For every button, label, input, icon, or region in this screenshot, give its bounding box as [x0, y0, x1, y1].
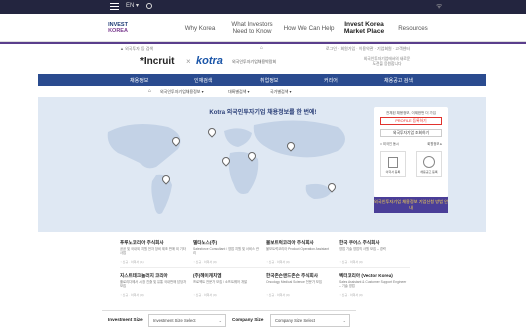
company-meta: ◔ 신규 · 이력서 (0): [339, 260, 363, 264]
company-application-guide-button[interactable]: 외국인투자기업 채용정보 기업신청 방법 안내: [374, 197, 448, 213]
map-pin-south-america[interactable]: [162, 175, 168, 182]
company-desc: 프로젝트 전문가 모집 / 소프트웨어 개발: [193, 280, 248, 284]
menu-job-post-search[interactable]: 채용공고 검색: [384, 77, 413, 84]
company-card[interactable]: 푸루노코리아 주식회사 공공 및 국내외 지원 전자 장비 제조 판매 외 기타…: [120, 239, 192, 268]
company-card[interactable]: 델타노스(주) Salesforce Consultant / 영업 지원 및 …: [193, 239, 265, 268]
utility-links: ▲ 외국투자 등 검색 ⌂ 로그인 · 회원가입 · 이용약관 · 기업회원 ·…: [120, 44, 410, 52]
company-card[interactable]: 볼보트럭코리아 주식회사 볼보트럭코리아 Product Operation A…: [266, 239, 338, 268]
menu-job-info[interactable]: 채용정보: [130, 77, 148, 84]
chevron-down-icon: ⌄: [218, 318, 222, 323]
company-meta: ◔ 신규 · 이력서 (0): [193, 260, 217, 264]
nav-invest-korea-market-place[interactable]: Invest Korea Market Place: [340, 14, 388, 42]
company-desc: 영업 기술 영업직 사원 모집 – 경력: [339, 247, 386, 251]
company-card[interactable]: (주)헤이캐치엠 프로젝트 전문가 모집 / 소프트웨어 개발 ◔ 신규 · 이…: [193, 272, 265, 301]
header-slogan: 외국인투자기업에서의 새로운 도전을 응원합니다: [363, 57, 411, 66]
company-name: 푸루노코리아 주식회사: [120, 240, 164, 245]
member-info-link[interactable]: 회원정보 ▸: [427, 141, 442, 146]
map-pin-asia[interactable]: [287, 142, 293, 149]
company-name: 한국 쿠어스 주식회사: [339, 240, 380, 245]
investment-size-label: Investment Size: [108, 317, 143, 322]
main-navigation: INVEST KOREA Why Korea What Investors Ne…: [0, 14, 526, 42]
company-name: (주)헤이캐치엠: [193, 273, 222, 278]
company-card[interactable]: 한국존슨앤드존슨 주식회사 Oncology Medical Science 전…: [266, 272, 338, 301]
simultaneous-checkbox[interactable]: □ 외국인 동시: [380, 141, 399, 146]
invest-korea-logo[interactable]: INVEST KOREA: [105, 22, 131, 34]
continent-dots: [107, 120, 345, 214]
company-name: 볼보트럭코리아 주식회사: [266, 240, 314, 245]
logo-text-line2: KOREA: [108, 28, 128, 34]
member-side-panel: 전체된 채용정보, 이제한번 더 가입 PROFILE 등록하기 외국투자기업 …: [374, 107, 448, 197]
search-icon[interactable]: [146, 3, 152, 9]
investment-size-select[interactable]: Investment Size Select ⌄: [148, 314, 226, 327]
brand-separator: ×: [186, 57, 191, 66]
investment-filter-bar: Investment Size Investment Size Select ⌄…: [102, 310, 356, 329]
map-pin-oceania[interactable]: [328, 183, 334, 190]
company-meta: ◔ 신규 · 이력서 (1): [120, 260, 144, 264]
nav-how-we-can-help[interactable]: How We Can Help: [280, 14, 338, 42]
top-utility-bar: EN ▾ ᯤ: [0, 0, 526, 14]
menu-career[interactable]: 커리어: [324, 77, 338, 84]
incruit-logo[interactable]: *Incruit: [140, 56, 174, 67]
company-card[interactable]: 지스트테크놀러지 코리아 플로리다에서 시장 진출 및 유통 국내판매 담당자 …: [120, 272, 192, 301]
document-icon: [388, 157, 398, 168]
company-name: 벡터코리아 (Vector Korea): [339, 273, 393, 278]
nav-what-investors-need-to-know[interactable]: What Investors Need to Know: [228, 14, 276, 42]
company-meta: ◔ 신규 · 이력서 (0): [266, 260, 290, 264]
home-icon[interactable]: ⌂: [260, 45, 263, 51]
panel-info-text: 전체된 채용정보, 이제한번 더 가입: [386, 111, 436, 115]
home-icon[interactable]: ⌂: [148, 88, 151, 94]
language-selector[interactable]: EN ▾: [126, 2, 139, 9]
crumb-left[interactable]: ▲ 외국투자 등 검색: [120, 46, 153, 52]
company-name: 지스트테크놀러지 코리아: [120, 273, 168, 278]
company-desc: 공공 및 국내외 지원 전자 장비 제조 판매 외 기타 사업: [120, 247, 186, 255]
chevron-down-icon: ⌄: [342, 318, 346, 323]
company-meta: ◔ 신규 · 이력서 (0): [339, 293, 363, 297]
company-name: 델타노스(주): [193, 240, 218, 245]
menu-employment-info[interactable]: 취업정보: [260, 77, 278, 84]
nav-resources[interactable]: Resources: [392, 14, 434, 42]
company-size-select[interactable]: Company Size Select ⌄: [270, 314, 350, 327]
resume-register-tile[interactable]: 이력서 등록: [380, 151, 406, 177]
fair-subtitle: 외국인투자기업채용박람회: [232, 59, 277, 64]
menu-talent-search[interactable]: 인재검색: [194, 77, 212, 84]
hamburger-menu-icon[interactable]: [110, 3, 119, 10]
company-meta: ◔ 신규 · 이력서 (0): [193, 293, 217, 297]
rss-icon[interactable]: ᯤ: [436, 2, 442, 11]
kotra-logo[interactable]: kotra: [196, 55, 223, 67]
filter-foreign-company[interactable]: 외국인투자기업채용정보 ▾: [160, 89, 204, 95]
resume-register-label: 이력서 등록: [385, 170, 401, 174]
company-meta: ◔ 신규 · 이력서 (0): [120, 293, 144, 297]
card-row-divider: [120, 267, 410, 268]
company-size-value: Company Size Select: [275, 318, 316, 323]
map-headline: Kotra 외국인투자기업 채용정보를 한 번에!: [209, 110, 317, 116]
crumb-right-links[interactable]: 로그인 · 회원가입 · 이용약관 · 기업회원 · 고객센터: [326, 46, 410, 52]
company-desc: 볼보트럭코리아 Product Operation Assistant: [266, 247, 330, 251]
job-post-register-label: 채용공고 등록: [420, 170, 438, 174]
map-pin-europe[interactable]: [208, 128, 214, 135]
profile-register-button[interactable]: PROFILE 등록하기: [380, 117, 442, 125]
map-pin-africa[interactable]: [222, 157, 228, 164]
map-pin-middle-east[interactable]: [248, 152, 254, 159]
company-size-label: Company Size: [232, 317, 264, 322]
company-card[interactable]: 한국 쿠어스 주식회사 영업 기술 영업직 사원 모집 – 경력 ◔ 신규 · …: [339, 239, 411, 268]
company-name: 한국존슨앤드존슨 주식회사: [266, 273, 318, 278]
section-menu-bar: 채용정보 인재검색 취업정보 커리어 채용공고 검색: [38, 74, 486, 86]
filter-continent[interactable]: 대륙별검색 ▾: [228, 89, 250, 95]
company-desc: 플로리다에서 시장 진출 및 유통 국내판매 담당자 모집: [120, 280, 187, 288]
company-card[interactable]: 벡터코리아 (Vector Korea) Sales Assistant & C…: [339, 272, 411, 301]
filter-country[interactable]: 국가별검색 ▾: [270, 89, 292, 95]
map-pin-north-america[interactable]: [172, 137, 178, 144]
investment-size-value: Investment Size Select: [153, 318, 196, 323]
company-desc: Oncology Medical Science 전문가 모집: [266, 280, 322, 284]
category-filter-row: ⌂ 외국인투자기업채용정보 ▾ 대륙별검색 ▾ 국가별검색 ▾: [120, 88, 410, 96]
company-desc: Salesforce Consultant / 영업 지원 및 서비스 관리: [193, 247, 259, 255]
incruit-kotra-banner: *Incruit × kotra 외국인투자기업채용박람회 외국인투자기업에서의…: [140, 54, 410, 72]
company-desc: Sales Assistant & Customer Support Engin…: [339, 280, 407, 288]
clipboard-icon: [423, 156, 435, 168]
nav-why-korea[interactable]: Why Korea: [172, 14, 228, 42]
company-meta: ◔ 신규 · 이력서 (0): [266, 293, 290, 297]
job-post-register-tile[interactable]: 채용공고 등록: [416, 151, 442, 177]
company-lookup-button[interactable]: 외국투자기업 조회하기: [380, 129, 442, 137]
